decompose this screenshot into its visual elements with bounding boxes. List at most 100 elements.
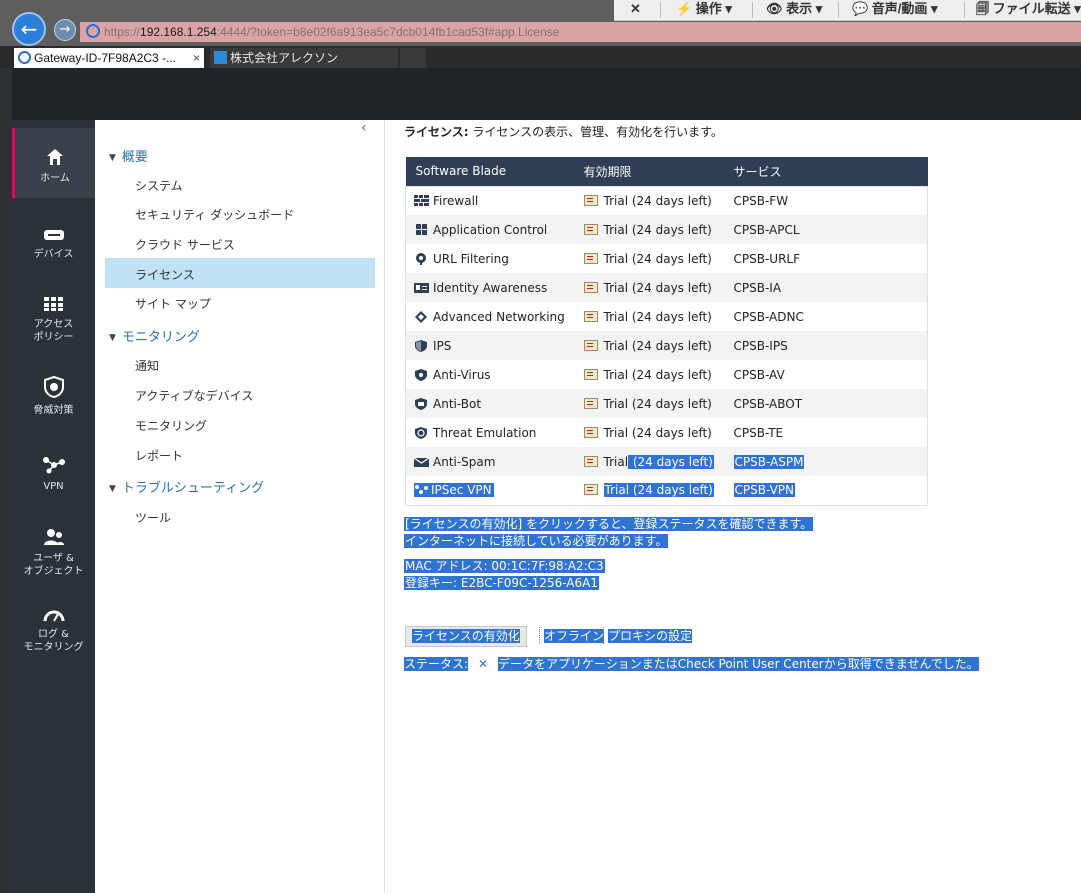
table-row[interactable]: Threat Emulation Trial (24 days left) CP… [405,418,928,447]
browser-chrome: ← → https://192.168.1.254:4444/?token=b8… [0,0,1081,46]
nav-logs-monitoring[interactable]: ログ & モニタリング [12,590,95,660]
certificate-icon [583,455,598,467]
certificate-icon [583,194,598,206]
site-favicon-icon [214,51,227,64]
service-text-selected: CPSB-ASPM [733,454,805,469]
blade-name: IPSec VPN [431,483,492,498]
antibot-icon [415,397,427,410]
toolbar-view-menu[interactable]: 👁 表示 ▾ [766,0,822,20]
tree-item-active-devices[interactable]: アクティブなデバイス [135,387,253,404]
activate-license-button[interactable]: ライセンスの有効化 [405,626,527,647]
certificate-icon [583,368,598,380]
gauge-icon [43,610,64,622]
blade-name: IPS [433,338,452,353]
link-label: オフライン [544,629,605,643]
forward-button[interactable]: → [54,19,76,41]
tree-item-cloud-services[interactable]: クラウド サービス [135,236,235,253]
service-cell: CPSB-VPN [723,476,928,505]
blade-name: Anti-Bot [433,396,482,411]
activation-info: [ライセンスの有効化] をクリックすると、登録ステータスを確認できます。 インタ… [404,516,814,550]
table-row[interactable]: Application Control Trial (24 days left)… [405,215,928,244]
expiry-text: Trial (24 days left) [603,367,712,382]
mac-address: MAC アドレス: 00:1C:7F:98:A2:C3 [404,559,605,573]
proxy-settings-link[interactable]: プロキシの設定 [603,627,693,644]
tree-item-security-dashboard[interactable]: セキュリティ ダッシュボード [135,206,294,223]
close-tab-icon[interactable]: × [193,48,200,68]
expiry-text: Trial (24 days left) [603,425,712,440]
tree-item-reports[interactable]: レポート [135,447,183,464]
column-header-service[interactable]: サービス [723,157,928,186]
blade-cell: Identity Awareness [405,273,574,302]
home-icon [47,149,63,165]
collapse-panel-button[interactable]: ‹ [361,120,367,136]
certificate-icon [583,484,598,496]
tree-section-overview[interactable]: ▼ 概要 [109,146,148,165]
info-text: [ライセンスの有効化] をクリックすると、登録ステータスを確認できます。 [404,517,814,531]
tab-new[interactable] [400,48,426,68]
nav-home[interactable]: ホーム [12,128,95,198]
nav-label: VPN [43,481,64,492]
tree-item-tools[interactable]: ツール [135,509,171,526]
selected-blade: IPSec VPN [414,483,494,498]
table-row[interactable]: IPS Trial (24 days left) CPSB-IPS [405,331,928,360]
tab-gateway[interactable]: Gateway-ID-7F98A2C3 -... × [14,48,204,68]
section-title: 概要 [121,150,148,165]
tree-section-monitoring[interactable]: ▼ モニタリング [109,326,200,345]
nav-users-objects[interactable]: ユーザ & オブジェクト [12,512,95,582]
certificate-icon [583,223,598,235]
nav-label: ログ & モニタリング [23,629,84,653]
expiry-cell: Trial (24 days left) [573,476,724,505]
nav-label: アクセス ポリシー [33,319,74,343]
table-row[interactable]: Identity Awareness Trial (24 days left) … [405,273,928,302]
caret-down-icon: ▼ [109,484,116,494]
nav-vpn[interactable]: VPN [12,438,95,508]
tree-item-monitoring[interactable]: モニタリング [135,417,207,434]
table-row[interactable]: Advanced Networking Trial (24 days left)… [405,302,928,331]
table-row[interactable]: Anti-Spam Trial (24 days left) CPSB-ASPM [405,447,928,476]
page-subtitle: ライセンスの表示、管理、有効化を行います。 [468,125,723,139]
registration-key: 登録キー: E2BC-F09C-1256-A6A1 [404,576,599,590]
nav-access-policy[interactable]: アクセス ポリシー [12,280,95,350]
expiry-text: Trial (24 days left) [603,222,712,237]
blade-name: Anti-Virus [433,367,491,382]
tree-section-troubleshooting[interactable]: ▼ トラブルシューティング [109,477,264,496]
blade-cell: IPSec VPN [405,476,574,505]
users-icon [43,529,64,545]
shield-icon [43,376,64,398]
column-header-blade[interactable]: Software Blade [405,157,574,186]
table-row[interactable]: IPSec VPN Trial (24 days left) CPSB-VPN [405,476,928,505]
blade-name: Anti-Spam [433,454,496,469]
expiry-cell: Trial (24 days left) [573,389,724,418]
id-card-icon [414,282,429,293]
column-header-expiry[interactable]: 有効期限 [573,157,724,186]
tree-item-site-map[interactable]: サイト マップ [135,295,211,312]
table-row[interactable]: Anti-Bot Trial (24 days left) CPSB-ABOT [405,389,928,418]
table-row[interactable]: Firewall Trial (24 days left) CPSB-FW [405,186,928,215]
toolbar-close-button[interactable]: ✕ [630,0,641,20]
offline-link[interactable]: オフライン [539,627,605,644]
tree-item-notifications[interactable]: 通知 [135,357,159,374]
table-row[interactable]: URL Filtering Trial (24 days left) CPSB-… [405,244,928,273]
expiry-text: Trial (24 days left) [603,338,712,353]
grid-icon [43,297,63,311]
toolbar-operate-menu[interactable]: ⚡ 操作 ▾ [676,0,732,20]
table-row[interactable]: Anti-Virus Trial (24 days left) CPSB-AV [405,360,928,389]
nav-device[interactable]: デバイス [12,210,95,280]
tab-alexon[interactable]: 株式会社アレクソン [210,48,398,68]
nav-label: 脅威対策 [33,405,74,416]
url-scheme: https:// [104,25,141,39]
blade-name: Advanced Networking [433,309,565,324]
address-bar[interactable]: https://192.168.1.254:4444/?token=b8e02f… [80,22,1081,42]
sub-nav-tree: ‹ ▼ 概要 システム セキュリティ ダッシュボード クラウド サービス ライセン… [95,120,385,893]
expiry-text: Trial [603,454,629,469]
section-title: トラブルシューティング [121,481,265,496]
nav-threat-prevention[interactable]: 脅威対策 [12,360,95,430]
tree-item-system[interactable]: システム [135,177,183,194]
toolbar-av-menu[interactable]: 💬 音声/動画 ▾ [852,0,938,20]
tab-label: Gateway-ID-7F98A2C3 -... [34,51,177,65]
toolbar-file-menu[interactable]: 🗐 ファイル転送 ▾ [976,0,1081,20]
tree-item-license[interactable]: ライセンス [135,266,195,283]
back-button[interactable]: ← [12,12,46,46]
expiry-cell: Trial (24 days left) [573,360,724,389]
service-cell: CPSB-IPS [723,331,928,360]
